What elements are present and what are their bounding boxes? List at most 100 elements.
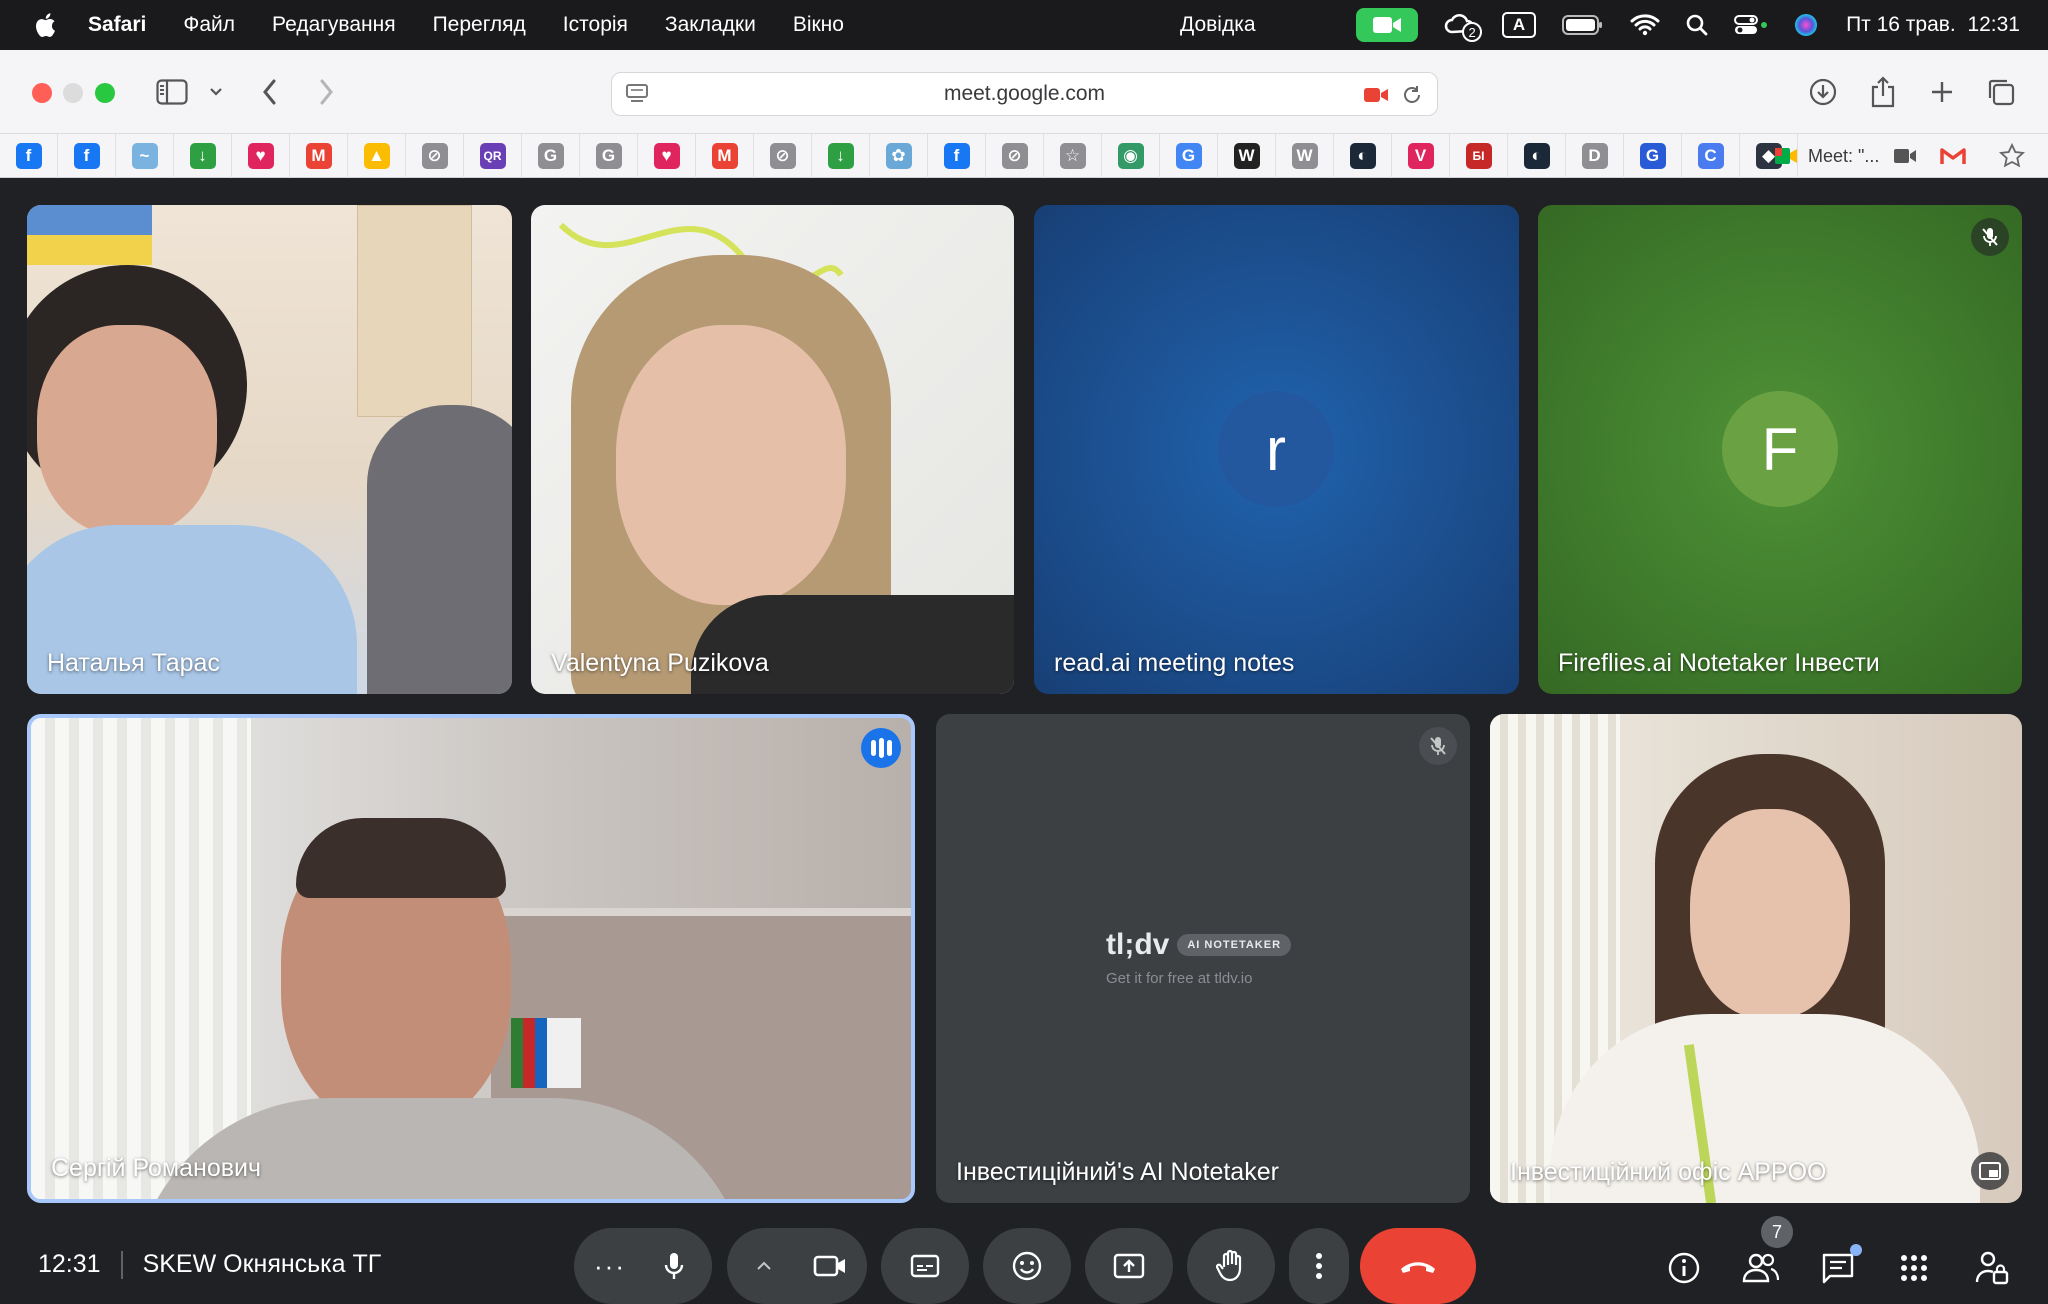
downloads-icon[interactable] xyxy=(1805,74,1841,110)
bookmark-29[interactable]: G xyxy=(1624,133,1682,178)
safari-toolbar: meet.google.com xyxy=(0,50,2048,134)
bookmark-14[interactable]: ⊘ xyxy=(754,133,812,178)
bookmark-20[interactable]: ◉ xyxy=(1102,133,1160,178)
apple-logo-icon[interactable] xyxy=(34,12,56,38)
participant-tile[interactable]: Інвестиційний офіс APPOO xyxy=(1490,714,2022,1203)
participant-tile[interactable]: tl;dv AI NOTETAKER Get it for free at tl… xyxy=(936,714,1470,1203)
bookmark-10[interactable]: G xyxy=(522,133,580,178)
people-icon[interactable] xyxy=(1741,1248,1781,1288)
close-window-button[interactable] xyxy=(32,83,52,103)
compass-icon: ⊘ xyxy=(769,142,796,169)
bookmark-12[interactable]: ♥ xyxy=(638,133,696,178)
bookmark-28[interactable]: D xyxy=(1566,133,1624,178)
participant-tile-active-speaker[interactable]: Сергій Романович xyxy=(27,714,915,1203)
bookmark-24[interactable]: ◐ xyxy=(1334,133,1392,178)
bookmark-1[interactable]: f xyxy=(0,133,58,178)
bookmark-7[interactable]: ▲ xyxy=(348,133,406,178)
leave-call-button[interactable] xyxy=(1360,1228,1476,1304)
zoom-window-button[interactable] xyxy=(95,83,115,103)
facebook-icon: f xyxy=(943,142,970,169)
participant-count-badge: 7 xyxy=(1761,1216,1793,1248)
bookmark-23[interactable]: W xyxy=(1276,133,1334,178)
captions-button[interactable] xyxy=(881,1228,969,1304)
menu-view[interactable]: Перегляд xyxy=(433,13,526,37)
battery-icon[interactable] xyxy=(1562,14,1604,36)
chevron-up-icon[interactable] xyxy=(755,1260,773,1272)
reactions-button[interactable] xyxy=(983,1228,1071,1304)
bookmark-17[interactable]: f xyxy=(928,133,986,178)
more-reactions-button[interactable]: ··· xyxy=(574,1228,712,1304)
menu-clock[interactable]: Пт 16 трав. 12:31 xyxy=(1846,13,2020,37)
bookmark-13[interactable]: M xyxy=(696,133,754,178)
more-options-button[interactable] xyxy=(1289,1228,1349,1304)
siri-icon[interactable] xyxy=(1794,13,1818,37)
menu-help[interactable]: Довідка xyxy=(1180,13,1256,37)
page-settings-icon[interactable] xyxy=(626,84,648,104)
menu-window[interactable]: Вікно xyxy=(793,13,844,37)
camera-active-icon[interactable] xyxy=(1363,86,1389,104)
bookmark-3[interactable]: ~ xyxy=(116,133,174,178)
bookmark-15[interactable]: ↓ xyxy=(812,133,870,178)
menu-bookmarks[interactable]: Закладки xyxy=(665,13,756,37)
raise-hand-button[interactable] xyxy=(1187,1228,1275,1304)
share-icon[interactable] xyxy=(1865,74,1901,110)
input-source-icon[interactable]: A xyxy=(1502,12,1537,38)
present-screen-icon xyxy=(1113,1253,1145,1279)
bookmark-2[interactable]: f xyxy=(58,133,116,178)
tab-group-chevron-icon[interactable] xyxy=(198,74,234,110)
host-controls-icon[interactable] xyxy=(1972,1248,2012,1288)
menu-file[interactable]: Файл xyxy=(183,13,235,37)
bookmark-16[interactable]: ✿ xyxy=(870,133,928,178)
bookmark-26[interactable]: БІ xyxy=(1450,133,1508,178)
bookmark-11[interactable]: G xyxy=(580,133,638,178)
bookmark-18[interactable]: ⊘ xyxy=(986,133,1044,178)
camera-icon[interactable] xyxy=(813,1254,847,1278)
meeting-details: 12:31 SKEW Окнянська ТГ xyxy=(38,1250,381,1279)
add-bookmark-star-icon[interactable] xyxy=(1999,134,2025,178)
forward-button[interactable] xyxy=(308,74,344,110)
camera-controls[interactable] xyxy=(727,1228,867,1304)
menu-app-safari[interactable]: Safari xyxy=(88,13,146,37)
menu-edit[interactable]: Редагування xyxy=(272,13,396,37)
chat-icon[interactable] xyxy=(1818,1244,1862,1288)
tab-overview-icon[interactable] xyxy=(1983,74,2019,110)
wifi-icon[interactable] xyxy=(1630,14,1660,36)
bookmark-21[interactable]: G xyxy=(1160,133,1218,178)
activities-icon[interactable] xyxy=(1894,1248,1934,1288)
bookmark-5[interactable]: ♥ xyxy=(232,133,290,178)
participant-tile[interactable]: Valentyna Puzikova xyxy=(531,205,1014,694)
minimize-window-button[interactable] xyxy=(63,83,83,103)
cloud-sync-icon[interactable]: 2 xyxy=(1444,12,1483,42)
bookmark-27[interactable]: ◐ xyxy=(1508,133,1566,178)
bookmark-22[interactable]: W xyxy=(1218,133,1276,178)
cloud-sync-badge: 2 xyxy=(1462,22,1483,42)
control-center-icon[interactable] xyxy=(1734,14,1768,36)
address-bar[interactable]: meet.google.com xyxy=(611,72,1438,116)
tab-gmail[interactable] xyxy=(1940,134,1966,178)
pip-expand-icon[interactable] xyxy=(1971,1152,2009,1190)
reload-icon[interactable] xyxy=(1401,84,1423,106)
sidebar-toggle-icon[interactable] xyxy=(154,74,190,110)
present-screen-button[interactable] xyxy=(1085,1228,1173,1304)
bookmark-30[interactable]: C xyxy=(1682,133,1740,178)
tab-meet[interactable]: Meet: "... xyxy=(1774,134,1917,178)
bookmark-25[interactable]: V xyxy=(1392,133,1450,178)
drive-icon: ▲ xyxy=(363,142,390,169)
spotlight-search-icon[interactable] xyxy=(1686,14,1708,36)
participant-tile[interactable]: r read.ai meeting notes xyxy=(1034,205,1519,694)
bookmark-8[interactable]: ⊘ xyxy=(406,133,464,178)
bookmark-9[interactable]: QR xyxy=(464,133,522,178)
bookmark-6[interactable]: M xyxy=(290,133,348,178)
camera-in-use-icon[interactable] xyxy=(1356,8,1419,42)
participant-tile[interactable]: Наталья Тарас xyxy=(27,205,512,694)
bookmark-19[interactable]: ☆ xyxy=(1044,133,1102,178)
new-tab-icon[interactable] xyxy=(1924,74,1960,110)
meeting-details-icon[interactable] xyxy=(1664,1248,1704,1288)
participant-tile[interactable]: F Fireflies.ai Notetaker Інвести xyxy=(1538,205,2022,694)
microphone-button[interactable] xyxy=(636,1228,712,1304)
back-button[interactable] xyxy=(252,74,288,110)
bookmark-4[interactable]: ↓ xyxy=(174,133,232,178)
menu-history[interactable]: Історія xyxy=(563,13,628,37)
window-curtain xyxy=(31,718,251,1199)
g-letter-icon: G xyxy=(595,142,622,169)
